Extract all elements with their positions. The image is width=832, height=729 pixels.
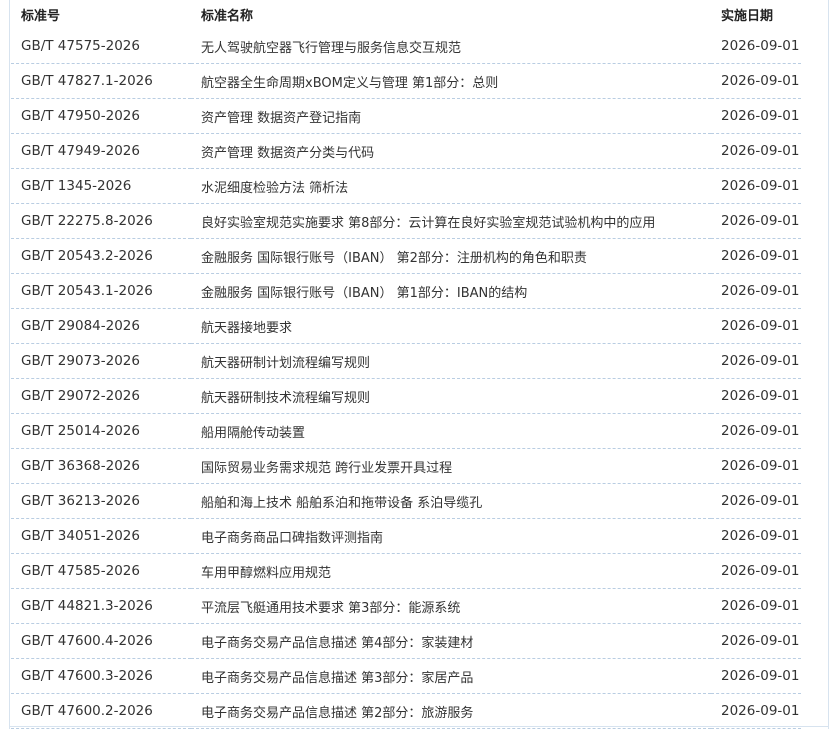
table-row[interactable]: GB/T 22275.8-2026 良好实验室规范实施要求 第8部分：云计算在良好… (11, 203, 801, 239)
standard-name-link[interactable]: 航天器研制技术流程编写规则 (191, 378, 711, 414)
implementation-date: 2026-09-01 (711, 308, 801, 344)
column-header-date: 实施日期 (721, 9, 774, 24)
header-row: 标准号 标准名称 实施日期 (11, 0, 801, 29)
standard-code[interactable]: GB/T 47950-2026 (11, 98, 191, 134)
implementation-date: 2026-09-01 (711, 623, 801, 659)
bottom-divider (9, 726, 829, 727)
standard-code[interactable]: GB/T 29084-2026 (11, 308, 191, 344)
table-row[interactable]: GB/T 1345-2026 水泥细度检验方法 筛析法 2026-09-01 (11, 168, 801, 204)
standard-code[interactable]: GB/T 47575-2026 (11, 29, 191, 64)
implementation-date: 2026-09-01 (711, 413, 801, 449)
standard-code[interactable]: GB/T 47827.1-2026 (11, 63, 191, 99)
column-header-name: 标准名称 (201, 9, 254, 24)
implementation-date: 2026-09-01 (711, 588, 801, 624)
implementation-date: 2026-09-01 (711, 518, 801, 554)
table-row[interactable]: GB/T 20543.1-2026 金融服务 国际银行账号（IBAN） 第1部分：… (11, 273, 801, 309)
standard-name-link[interactable]: 资产管理 数据资产登记指南 (191, 98, 711, 134)
standard-name-link[interactable]: 良好实验室规范实施要求 第8部分：云计算在良好实验室规范试验机构中的应用 (191, 203, 711, 239)
standard-name-link[interactable]: 无人驾驶航空器飞行管理与服务信息交互规范 (191, 29, 711, 64)
table-row[interactable]: GB/T 47600.2-2026 电子商务交易产品信息描述 第2部分：旅游服务 2… (11, 693, 801, 729)
implementation-date: 2026-09-01 (711, 29, 801, 64)
standard-code[interactable]: GB/T 20543.2-2026 (11, 238, 191, 274)
standard-code[interactable]: GB/T 29072-2026 (11, 378, 191, 414)
standard-code[interactable]: GB/T 29073-2026 (11, 343, 191, 379)
table-header: 标准号 标准名称 实施日期 (11, 0, 801, 29)
table-row[interactable]: GB/T 36213-2026 船舶和海上技术 船舶系泊和拖带设备 系泊导缆孔 20… (11, 483, 801, 519)
implementation-date: 2026-09-01 (711, 448, 801, 484)
standard-code[interactable]: GB/T 36368-2026 (11, 448, 191, 484)
standard-name-link[interactable]: 金融服务 国际银行账号（IBAN） 第2部分：注册机构的角色和职责 (191, 238, 711, 274)
implementation-date: 2026-09-01 (711, 63, 801, 99)
standard-code[interactable]: GB/T 47949-2026 (11, 133, 191, 169)
standard-code[interactable]: GB/T 20543.1-2026 (11, 273, 191, 309)
standard-name-link[interactable]: 电子商务交易产品信息描述 第3部分：家居产品 (191, 658, 711, 694)
standard-name-link[interactable]: 水泥细度检验方法 筛析法 (191, 168, 711, 204)
standard-code[interactable]: GB/T 22275.8-2026 (11, 203, 191, 239)
table-row[interactable]: GB/T 29084-2026 航天器接地要求 2026-09-01 (11, 308, 801, 344)
implementation-date: 2026-09-01 (711, 168, 801, 204)
standard-name-link[interactable]: 平流层飞艇通用技术要求 第3部分：能源系统 (191, 588, 711, 624)
standard-code[interactable]: GB/T 47600.2-2026 (11, 693, 191, 729)
standard-code[interactable]: GB/T 47600.4-2026 (11, 623, 191, 659)
standard-name-link[interactable]: 航天器研制计划流程编写规则 (191, 343, 711, 379)
table-row[interactable]: GB/T 47949-2026 资产管理 数据资产分类与代码 2026-09-01 (11, 133, 801, 169)
column-header-code: 标准号 (21, 9, 61, 24)
standard-name-link[interactable]: 航空器全生命周期xBOM定义与管理 第1部分：总则 (191, 63, 711, 99)
table-row[interactable]: GB/T 47600.4-2026 电子商务交易产品信息描述 第4部分：家装建材 2… (11, 623, 801, 659)
table-row[interactable]: GB/T 47575-2026 无人驾驶航空器飞行管理与服务信息交互规范 2026-… (11, 29, 801, 64)
table-row[interactable]: GB/T 25014-2026 船用隔舱传动装置 2026-09-01 (11, 413, 801, 449)
implementation-date: 2026-09-01 (711, 378, 801, 414)
standard-name-link[interactable]: 电子商务商品口碑指数评测指南 (191, 518, 711, 554)
standard-name-link[interactable]: 国际贸易业务需求规范 跨行业发票开具过程 (191, 448, 711, 484)
standard-name-link[interactable]: 资产管理 数据资产分类与代码 (191, 133, 711, 169)
standard-name-link[interactable]: 航天器接地要求 (191, 308, 711, 344)
table-row[interactable]: GB/T 36368-2026 国际贸易业务需求规范 跨行业发票开具过程 2026-… (11, 448, 801, 484)
implementation-date: 2026-09-01 (711, 658, 801, 694)
table-row[interactable]: GB/T 47600.3-2026 电子商务交易产品信息描述 第3部分：家居产品 2… (11, 658, 801, 694)
implementation-date: 2026-09-01 (711, 553, 801, 589)
implementation-date: 2026-09-01 (711, 273, 801, 309)
implementation-date: 2026-09-01 (711, 98, 801, 134)
table-row[interactable]: GB/T 34051-2026 电子商务商品口碑指数评测指南 2026-09-01 (11, 518, 801, 554)
standard-code[interactable]: GB/T 1345-2026 (11, 168, 191, 204)
implementation-date: 2026-09-01 (711, 343, 801, 379)
standard-code[interactable]: GB/T 47585-2026 (11, 553, 191, 589)
table-row[interactable]: GB/T 29072-2026 航天器研制技术流程编写规则 2026-09-01 (11, 378, 801, 414)
implementation-date: 2026-09-01 (711, 693, 801, 729)
implementation-date: 2026-09-01 (711, 238, 801, 274)
table-row[interactable]: GB/T 47950-2026 资产管理 数据资产登记指南 2026-09-01 (11, 98, 801, 134)
table-body: GB/T 47575-2026 无人驾驶航空器飞行管理与服务信息交互规范 2026-… (11, 29, 801, 729)
table-row[interactable]: GB/T 47827.1-2026 航空器全生命周期xBOM定义与管理 第1部分：… (11, 63, 801, 99)
standard-name-link[interactable]: 车用甲醇燃料应用规范 (191, 553, 711, 589)
standard-name-link[interactable]: 金融服务 国际银行账号（IBAN） 第1部分：IBAN的结构 (191, 273, 711, 309)
table-row[interactable]: GB/T 29073-2026 航天器研制计划流程编写规则 2026-09-01 (11, 343, 801, 379)
standard-name-link[interactable]: 电子商务交易产品信息描述 第4部分：家装建材 (191, 623, 711, 659)
standard-name-link[interactable]: 船舶和海上技术 船舶系泊和拖带设备 系泊导缆孔 (191, 483, 711, 519)
implementation-date: 2026-09-01 (711, 203, 801, 239)
standard-code[interactable]: GB/T 47600.3-2026 (11, 658, 191, 694)
implementation-date: 2026-09-01 (711, 133, 801, 169)
standard-code[interactable]: GB/T 44821.3-2026 (11, 588, 191, 624)
table-row[interactable]: GB/T 44821.3-2026 平流层飞艇通用技术要求 第3部分：能源系统 20… (11, 588, 801, 624)
implementation-date: 2026-09-01 (711, 483, 801, 519)
standards-table: 标准号 标准名称 实施日期 GB/T 47575-2026 无人驾驶航空器飞行管理… (11, 0, 801, 729)
standard-code[interactable]: GB/T 34051-2026 (11, 518, 191, 554)
table-row[interactable]: GB/T 20543.2-2026 金融服务 国际银行账号（IBAN） 第2部分：… (11, 238, 801, 274)
standard-name-link[interactable]: 电子商务交易产品信息描述 第2部分：旅游服务 (191, 693, 711, 729)
standard-code[interactable]: GB/T 36213-2026 (11, 483, 191, 519)
standard-code[interactable]: GB/T 25014-2026 (11, 413, 191, 449)
standard-name-link[interactable]: 船用隔舱传动装置 (191, 413, 711, 449)
table-row[interactable]: GB/T 47585-2026 车用甲醇燃料应用规范 2026-09-01 (11, 553, 801, 589)
